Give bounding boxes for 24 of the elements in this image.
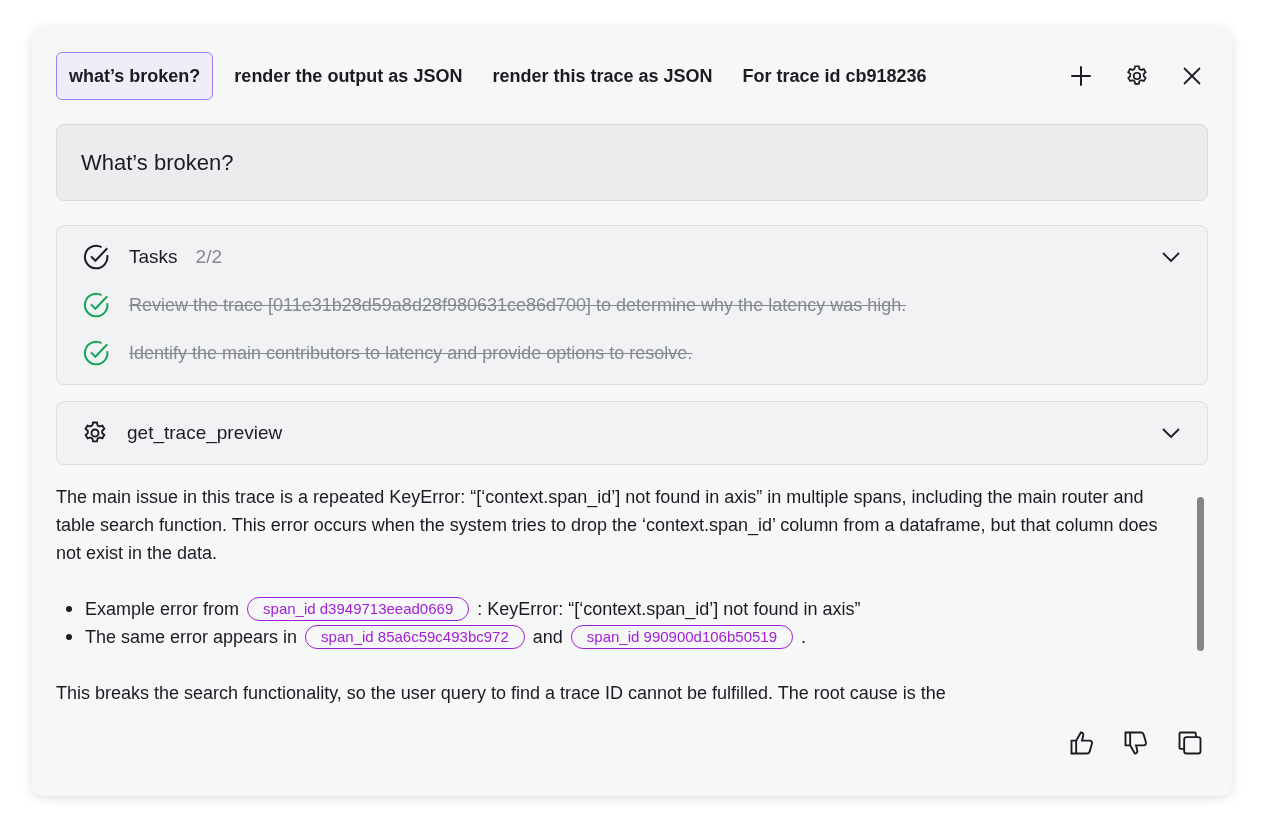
thumbs-down-icon[interactable]	[1122, 729, 1150, 757]
check-circle-icon	[81, 242, 111, 272]
answer-paragraph: This breaks the search functionality, so the user query to find a trace ID cannot be fulfilled. The root cause is the	[56, 682, 947, 705]
answer-text: .	[801, 626, 807, 649]
tab[interactable]: render this trace as JSON	[483, 52, 722, 100]
scrollbar[interactable]	[1197, 497, 1204, 651]
add-icon[interactable]	[1068, 63, 1094, 89]
answer-paragraph: The main issue in this trace is a repeated KeyError: “[‘context.span_id’] not found in axis” in multiple spans, including the main router and table search function. This error occurs when the system tries to drop the ‘context.span_id’ column from a dataframe, but that column does not exist in the data.	[56, 486, 1159, 565]
tab[interactable]: what’s broken?	[56, 52, 214, 100]
answer-text: The same error appears in	[85, 626, 298, 649]
task-text: Identify the main contributors to latency and provide options to resolve.	[129, 341, 693, 365]
tab[interactable]: For trace id cb918236	[733, 52, 936, 100]
tasks-count: 2/2	[195, 244, 222, 269]
tab[interactable]: render the output as JSON	[225, 52, 472, 100]
tool-call-card[interactable]: get_trace_preview	[56, 401, 1208, 465]
task-text: Review the trace [011e31b28d59a8d28f980631ce86d700] to determine why the latency was high.	[129, 293, 907, 317]
answer-text: Example error from	[85, 598, 240, 621]
tool-name: get_trace_preview	[127, 420, 284, 446]
answer-text: : KeyError: “[‘context.span_id’] not found in axis”	[477, 598, 861, 622]
thumbs-up-icon[interactable]	[1068, 729, 1096, 757]
answer-text: and	[532, 626, 563, 649]
copy-icon[interactable]	[1176, 729, 1204, 757]
prompt-text: What’s broken?	[56, 124, 1208, 201]
tasks-title: Tasks	[129, 244, 178, 269]
